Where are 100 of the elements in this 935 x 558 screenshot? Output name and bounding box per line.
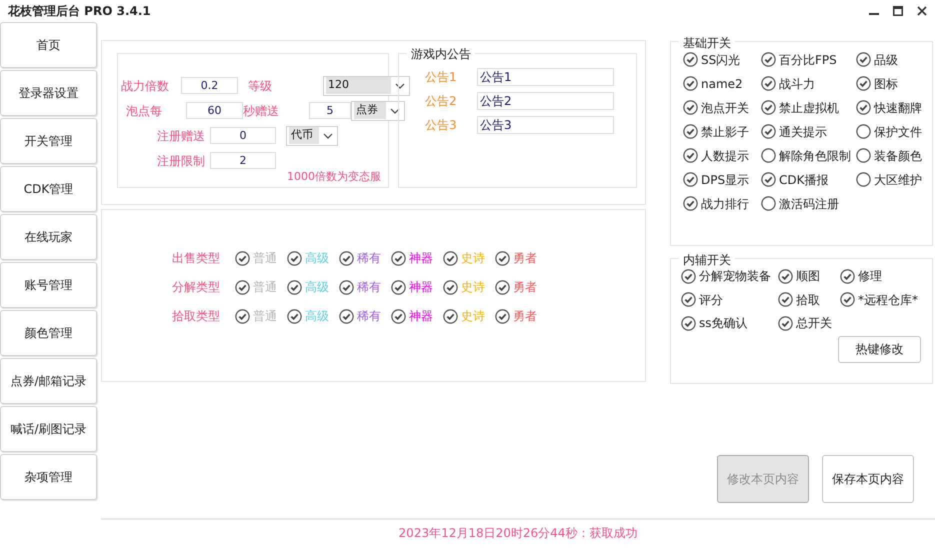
checked-radio-icon[interactable]: [856, 76, 871, 91]
checked-radio-icon[interactable]: [495, 280, 510, 294]
radio-icon[interactable]: [761, 196, 776, 211]
maximize-icon[interactable]: [893, 6, 903, 16]
caret-icon: [323, 132, 333, 138]
option-label: 史诗: [461, 279, 485, 296]
radio-icon[interactable]: [761, 148, 776, 163]
field-label: 公告3: [425, 117, 458, 134]
sidebar-item[interactable]: 开关管理: [0, 118, 97, 164]
radio-icon[interactable]: [856, 148, 871, 163]
checked-radio-icon[interactable]: [443, 250, 458, 266]
sidebar-item[interactable]: CDK管理: [0, 166, 97, 212]
input-field[interactable]: 0: [210, 127, 276, 144]
checked-radio-icon[interactable]: [287, 250, 302, 266]
sidebar-item[interactable]: 颜色管理: [0, 310, 97, 356]
checked-radio-icon[interactable]: [443, 308, 458, 324]
checked-radio-icon[interactable]: [761, 76, 776, 91]
option-label: 勇者: [513, 308, 537, 325]
dropdown[interactable]: 点券: [351, 100, 405, 120]
sidebar-item[interactable]: 账号管理: [0, 262, 97, 308]
input-field[interactable]: 0.2: [181, 77, 238, 94]
close-icon[interactable]: [917, 6, 927, 16]
checked-radio-icon[interactable]: [681, 268, 696, 284]
checked-radio-icon[interactable]: [339, 250, 354, 266]
checked-radio-icon[interactable]: [778, 292, 793, 308]
checked-radio-icon[interactable]: [761, 100, 776, 115]
checked-radio-icon[interactable]: [681, 292, 696, 308]
checked-radio-icon[interactable]: [391, 250, 406, 266]
checked-radio-icon[interactable]: [339, 308, 354, 324]
input-field[interactable]: 公告3: [477, 116, 614, 134]
option-label: 高级: [305, 250, 329, 267]
checked-radio-icon[interactable]: [235, 308, 250, 324]
input-field[interactable]: 5: [309, 102, 351, 119]
option-label: 拾取: [796, 292, 820, 309]
checked-radio-icon[interactable]: [778, 268, 793, 284]
checked-radio-icon[interactable]: [683, 52, 698, 67]
checked-radio-icon[interactable]: [681, 316, 696, 331]
sidebar-item[interactable]: 在线玩家: [0, 214, 97, 260]
option-label: 保护文件: [874, 124, 922, 140]
sidebar-item[interactable]: 杂项管理: [0, 454, 97, 500]
input-field[interactable]: 2: [210, 152, 276, 169]
checked-radio-icon[interactable]: [339, 280, 354, 294]
dropdown[interactable]: 120: [323, 76, 410, 96]
input-field[interactable]: 公告1: [477, 68, 614, 86]
checked-radio-icon[interactable]: [856, 52, 871, 67]
radio-icon[interactable]: [856, 124, 871, 139]
input-field[interactable]: 公告2: [477, 92, 614, 110]
option-label: 神器: [409, 250, 433, 267]
sidebar-item[interactable]: 登录器设置: [0, 70, 97, 116]
option-label: 史诗: [461, 250, 485, 267]
option-label: 稀有: [357, 308, 381, 325]
group-title: 基础开关: [679, 34, 735, 52]
checked-radio-icon[interactable]: [287, 308, 302, 324]
radio-icon[interactable]: [856, 172, 871, 187]
sidebar-item[interactable]: 首页: [0, 22, 97, 68]
option-label: 战力排行: [701, 196, 749, 212]
checked-radio-icon[interactable]: [683, 172, 698, 187]
checked-radio-icon[interactable]: [761, 52, 776, 67]
option-label: 禁止虚拟机: [779, 100, 839, 116]
checked-radio-icon[interactable]: [761, 124, 776, 139]
checked-radio-icon[interactable]: [443, 280, 458, 294]
checked-radio-icon[interactable]: [287, 280, 302, 294]
option-label: DPS显示: [701, 172, 750, 188]
checked-radio-icon[interactable]: [495, 250, 510, 266]
checked-radio-icon[interactable]: [683, 76, 698, 91]
checked-radio-icon[interactable]: [391, 280, 406, 294]
field-label: 泡点每: [126, 102, 163, 120]
checked-radio-icon[interactable]: [840, 292, 855, 308]
checked-radio-icon[interactable]: [840, 268, 855, 284]
group-title: 内辅开关: [679, 251, 735, 269]
option-label: 神器: [409, 308, 433, 325]
checked-radio-icon[interactable]: [683, 196, 698, 211]
action-button[interactable]: 保存本页内容: [822, 455, 914, 503]
field-label: 秒赠送: [243, 102, 280, 120]
group-title: 游戏内公告: [407, 45, 475, 63]
option-label: ss免确认: [699, 315, 748, 332]
option-label: SS闪光: [701, 52, 740, 68]
option-label: 百分比FPS: [779, 52, 837, 68]
checked-radio-icon[interactable]: [778, 316, 793, 331]
checked-radio-icon[interactable]: [856, 100, 871, 115]
option-label: CDK播报: [779, 172, 828, 188]
option-label: 快速翻牌: [874, 100, 922, 116]
checked-radio-icon[interactable]: [761, 172, 776, 187]
checked-radio-icon[interactable]: [495, 308, 510, 324]
checked-radio-icon[interactable]: [391, 308, 406, 324]
checked-radio-icon[interactable]: [683, 100, 698, 115]
sidebar-item[interactable]: 点券/邮箱记录: [0, 358, 97, 404]
input-field[interactable]: 60: [186, 102, 243, 119]
row-label: 分解类型: [172, 279, 221, 296]
checked-radio-icon[interactable]: [683, 148, 698, 163]
checked-radio-icon[interactable]: [235, 280, 250, 294]
sidebar-item[interactable]: 喊话/刷图记录: [0, 406, 97, 452]
option-label: 分解宠物装备: [699, 268, 771, 286]
hotkey-button[interactable]: 热键修改: [838, 336, 921, 362]
field-label: 战力倍数: [121, 78, 170, 94]
option-label: 稀有: [357, 279, 381, 296]
checked-radio-icon[interactable]: [683, 124, 698, 139]
checked-radio-icon[interactable]: [235, 250, 250, 266]
dropdown[interactable]: 代币: [286, 126, 338, 146]
field-label: 注册限制: [157, 152, 206, 170]
